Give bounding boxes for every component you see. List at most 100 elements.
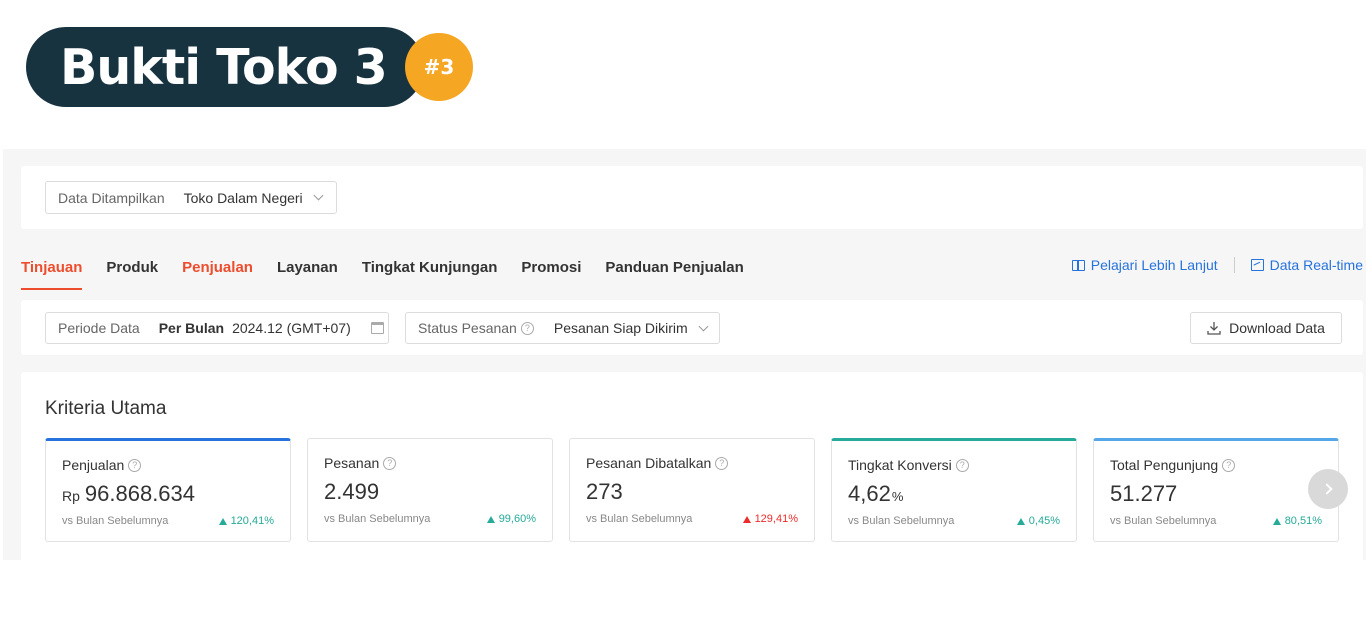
metric-card-tingkat-konversi[interactable]: Tingkat Konversi ? 4,62 % vs Bulan Sebel… bbox=[831, 438, 1077, 542]
comparison-label: vs Bulan Sebelumnya bbox=[1110, 515, 1217, 527]
metric-comparison: vs Bulan Sebelumnya 0,45% bbox=[848, 515, 1060, 527]
metric-card-pesanan-dibatalkan[interactable]: Pesanan Dibatalkan ? 273 vs Bulan Sebelu… bbox=[569, 438, 815, 542]
download-icon bbox=[1207, 322, 1221, 335]
realtime-data-label: Data Real-time bbox=[1269, 257, 1363, 273]
metric-label: Pesanan ? bbox=[324, 455, 536, 471]
arrow-up-icon bbox=[218, 517, 227, 525]
tab-produk[interactable]: Produk bbox=[106, 252, 158, 290]
metric-card-penjualan[interactable]: Penjualan ? Rp 96.868.634 vs Bulan Sebel… bbox=[45, 438, 291, 542]
help-icon: ? bbox=[383, 456, 397, 470]
link-divider bbox=[1233, 257, 1235, 273]
filter-bar: Periode Data Per Bulan 2024.12 (GMT+07) … bbox=[21, 300, 1363, 355]
chevron-right-icon bbox=[1320, 483, 1333, 495]
help-icon: ? bbox=[715, 456, 729, 470]
percent-suffix: % bbox=[891, 489, 904, 504]
metric-label-text: Pesanan Dibatalkan bbox=[586, 455, 712, 471]
metric-value-text: 51.277 bbox=[1110, 481, 1178, 506]
tab-layanan[interactable]: Layanan bbox=[277, 252, 338, 290]
order-status-value: Pesanan Siap Dikirim bbox=[553, 320, 688, 336]
delta-value: 99,60% bbox=[498, 513, 536, 525]
tab-penjualan[interactable]: Penjualan bbox=[182, 252, 253, 290]
metric-value: 273 bbox=[586, 479, 798, 505]
learn-more-link[interactable]: Pelajari Lebih Lanjut bbox=[1071, 257, 1218, 273]
delta-up: 99,60% bbox=[486, 513, 536, 525]
carousel-next-button[interactable] bbox=[1308, 469, 1348, 509]
data-displayed-select[interactable]: Data Ditampilkan Toko Dalam Negeri bbox=[45, 181, 337, 214]
arrow-up-icon bbox=[742, 515, 751, 523]
metric-comparison: vs Bulan Sebelumnya 80,51% bbox=[1110, 515, 1322, 527]
delta-down: 129,41% bbox=[742, 513, 798, 525]
main-criteria-panel: Kriteria Utama Penjualan ? Rp 96.868.634… bbox=[21, 372, 1363, 560]
metric-value-text: 2.499 bbox=[324, 479, 380, 504]
chart-icon bbox=[1250, 259, 1264, 271]
comparison-label: vs Bulan Sebelumnya bbox=[62, 515, 169, 527]
help-icon: ? bbox=[520, 321, 534, 335]
chevron-down-icon bbox=[698, 321, 709, 331]
metric-label: Pesanan Dibatalkan ? bbox=[586, 455, 798, 471]
order-status-label: Status Pesanan bbox=[418, 320, 517, 336]
order-status-select[interactable]: Status Pesanan ? Pesanan Siap Dikirim bbox=[405, 312, 720, 344]
delta-up: 120,41% bbox=[218, 515, 274, 527]
metric-label-text: Pesanan bbox=[324, 455, 380, 471]
help-icon: ? bbox=[955, 458, 969, 472]
banner-title: Bukti Toko 3 bbox=[60, 38, 388, 96]
realtime-data-link[interactable]: Data Real-time bbox=[1250, 257, 1363, 273]
metric-value: 2.499 bbox=[324, 479, 536, 505]
metric-value-text: 4,62 bbox=[848, 481, 891, 506]
help-icon: ? bbox=[128, 458, 142, 472]
metric-card-pesanan[interactable]: Pesanan ? 2.499 vs Bulan Sebelumnya 99,6… bbox=[307, 438, 553, 542]
metric-comparison: vs Bulan Sebelumnya 129,41% bbox=[586, 513, 798, 525]
metric-label-text: Tingkat Konversi bbox=[848, 457, 952, 473]
chevron-down-icon bbox=[313, 190, 324, 201]
data-filter-card: Data Ditampilkan Toko Dalam Negeri bbox=[21, 166, 1363, 229]
title-banner: Bukti Toko 3 bbox=[26, 27, 424, 107]
tab-panduan-penjualan[interactable]: Panduan Penjualan bbox=[605, 252, 743, 290]
header-links: Pelajari Lebih Lanjut Data Real-time bbox=[1071, 257, 1363, 273]
tab-tinjauan[interactable]: Tinjauan bbox=[21, 252, 83, 290]
tab-bar: Tinjauan Produk Penjualan Layanan Tingka… bbox=[21, 252, 768, 290]
delta-up: 80,51% bbox=[1272, 515, 1322, 527]
comparison-label: vs Bulan Sebelumnya bbox=[324, 513, 431, 525]
banner-badge: #3 bbox=[405, 33, 473, 101]
criteria-title: Kriteria Utama bbox=[45, 398, 167, 419]
metric-comparison: vs Bulan Sebelumnya 99,60% bbox=[324, 513, 536, 525]
metric-value-text: 273 bbox=[586, 479, 623, 504]
arrow-up-icon bbox=[1272, 517, 1281, 525]
delta-value: 129,41% bbox=[754, 513, 798, 525]
data-displayed-label: Data Ditampilkan bbox=[58, 189, 165, 206]
currency-prefix: Rp bbox=[62, 488, 80, 504]
arrow-up-icon bbox=[1016, 517, 1025, 525]
learn-more-label: Pelajari Lebih Lanjut bbox=[1090, 257, 1218, 273]
metric-label-text: Penjualan bbox=[62, 457, 125, 473]
metric-label: Tingkat Konversi ? bbox=[848, 457, 1060, 473]
tab-promosi[interactable]: Promosi bbox=[521, 252, 581, 290]
delta-value: 80,51% bbox=[1284, 515, 1322, 527]
comparison-label: vs Bulan Sebelumnya bbox=[586, 513, 693, 525]
metric-label: Penjualan ? bbox=[62, 457, 274, 473]
calendar-icon bbox=[370, 322, 384, 334]
metric-comparison: vs Bulan Sebelumnya 120,41% bbox=[62, 515, 274, 527]
dashboard: Data Ditampilkan Toko Dalam Negeri Tinja… bbox=[3, 149, 1366, 560]
arrow-up-icon bbox=[486, 515, 495, 523]
period-picker[interactable]: Periode Data Per Bulan 2024.12 (GMT+07) bbox=[45, 312, 389, 344]
period-value: 2024.12 (GMT+07) bbox=[232, 320, 351, 336]
metric-label-text: Total Pengunjung bbox=[1110, 457, 1219, 473]
delta-value: 120,41% bbox=[230, 515, 274, 527]
download-data-button[interactable]: Download Data bbox=[1190, 312, 1342, 344]
delta-value: 0,45% bbox=[1028, 515, 1060, 527]
metric-card-total-pengunjung[interactable]: Total Pengunjung ? 51.277 vs Bulan Sebel… bbox=[1093, 438, 1339, 542]
period-unit: Per Bulan bbox=[158, 320, 225, 336]
period-label: Periode Data bbox=[58, 320, 140, 336]
tab-tingkat-kunjungan[interactable]: Tingkat Kunjungan bbox=[362, 252, 498, 290]
delta-up: 0,45% bbox=[1016, 515, 1060, 527]
metric-value: Rp 96.868.634 bbox=[62, 481, 274, 507]
data-displayed-value: Toko Dalam Negeri bbox=[183, 189, 303, 206]
book-icon bbox=[1071, 259, 1085, 271]
metric-value: 4,62 % bbox=[848, 481, 1060, 507]
metric-value-text: 96.868.634 bbox=[84, 481, 196, 506]
download-data-label: Download Data bbox=[1229, 320, 1325, 336]
metric-label: Total Pengunjung ? bbox=[1110, 457, 1322, 473]
comparison-label: vs Bulan Sebelumnya bbox=[848, 515, 955, 527]
help-icon: ? bbox=[1222, 458, 1236, 472]
metric-value: 51.277 bbox=[1110, 481, 1322, 507]
